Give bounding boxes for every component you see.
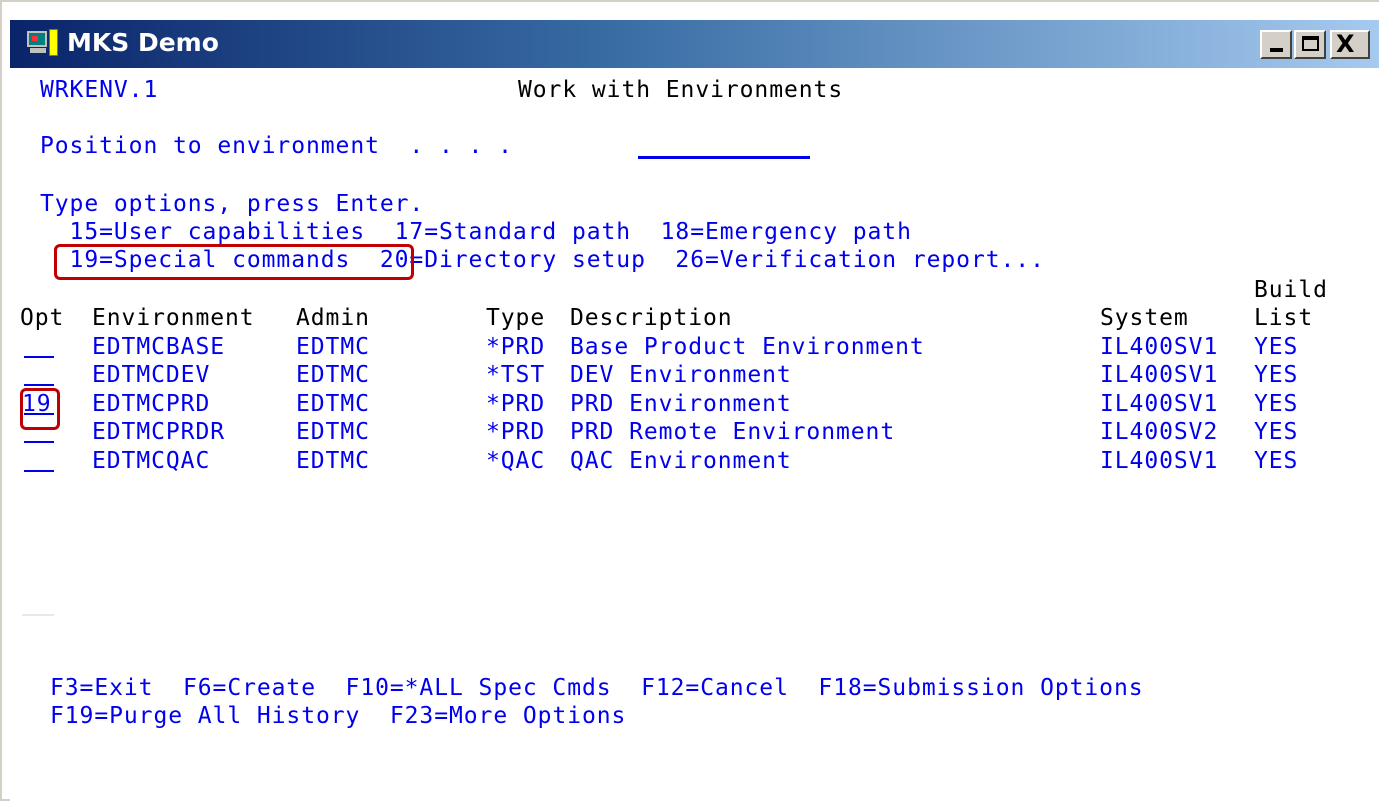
description-cell: DEV Environment (570, 362, 792, 388)
header-environment: Environment (92, 305, 255, 331)
emulator-window: MKS Demo X WRKENV.1 Work with Environmen… (0, 0, 1379, 803)
type-cell: *PRD (486, 391, 546, 417)
description-cell: PRD Environment (570, 391, 792, 417)
window-title: MKS Demo (67, 28, 219, 57)
terminal-screen[interactable]: WRKENV.1 Work with Environments Position… (10, 68, 1379, 803)
header-admin: Admin (296, 305, 370, 331)
option-19-highlight (20, 388, 60, 430)
program-id: WRKENV.1 (40, 77, 159, 103)
environment-cell: EDTMCQAC (92, 448, 211, 474)
build-list-cell: YES (1254, 391, 1299, 417)
build-list-cell: YES (1254, 448, 1299, 474)
divider (22, 614, 54, 616)
system-cell: IL400SV1 (1100, 391, 1219, 417)
description-cell: PRD Remote Environment (570, 419, 896, 445)
type-cell: *PRD (486, 334, 546, 360)
build-list-cell: YES (1254, 419, 1299, 445)
maximize-icon (1302, 36, 1319, 51)
type-cell: *QAC (486, 448, 546, 474)
app-icon[interactable] (27, 29, 59, 57)
system-cell: IL400SV1 (1100, 362, 1219, 388)
title-bar[interactable]: MKS Demo X (10, 20, 1379, 68)
environment-cell: EDTMCDEV (92, 362, 211, 388)
function-keys-line-1: F3=Exit F6=Create F10=*ALL Spec Cmds F12… (50, 675, 1144, 701)
header-build: Build (1254, 277, 1328, 303)
minimize-icon (1270, 48, 1283, 52)
system-cell: IL400SV1 (1100, 334, 1219, 360)
header-list: List (1254, 305, 1314, 331)
maximize-button[interactable] (1294, 30, 1326, 59)
close-icon: X (1336, 30, 1355, 58)
environment-cell: EDTMCPRD (92, 391, 211, 417)
admin-cell: EDTMC (296, 362, 370, 388)
close-button[interactable]: X (1330, 30, 1370, 59)
header-type: Type (486, 305, 546, 331)
minimize-button[interactable] (1260, 30, 1292, 59)
system-cell: IL400SV2 (1100, 419, 1219, 445)
build-list-cell: YES (1254, 334, 1299, 360)
position-label: Position to environment . . . . (40, 133, 513, 159)
admin-cell: EDTMC (296, 448, 370, 474)
admin-cell: EDTMC (296, 391, 370, 417)
build-list-cell: YES (1254, 362, 1299, 388)
header-opt: Opt (20, 305, 65, 331)
type-cell: *TST (486, 362, 546, 388)
position-to-environment-input[interactable] (638, 156, 810, 159)
instructions-text: Type options, press Enter. (40, 191, 425, 217)
description-cell: Base Product Environment (570, 334, 925, 360)
special-commands-highlight (54, 244, 414, 280)
function-keys-line-2: F19=Purge All History F23=More Options (50, 703, 627, 729)
description-cell: QAC Environment (570, 448, 792, 474)
option-input[interactable] (22, 447, 56, 475)
environment-cell: EDTMCBASE (92, 334, 225, 360)
system-cell: IL400SV1 (1100, 448, 1219, 474)
admin-cell: EDTMC (296, 334, 370, 360)
option-input[interactable] (22, 361, 56, 389)
type-cell: *PRD (486, 419, 546, 445)
environment-cell: EDTMCPRDR (92, 419, 225, 445)
screen-heading: Work with Environments (518, 77, 844, 103)
options-line-1: 15=User capabilities 17=Standard path 18… (40, 219, 912, 245)
option-input[interactable] (22, 333, 56, 361)
header-system: System (1100, 305, 1189, 331)
admin-cell: EDTMC (296, 419, 370, 445)
header-description: Description (570, 305, 733, 331)
